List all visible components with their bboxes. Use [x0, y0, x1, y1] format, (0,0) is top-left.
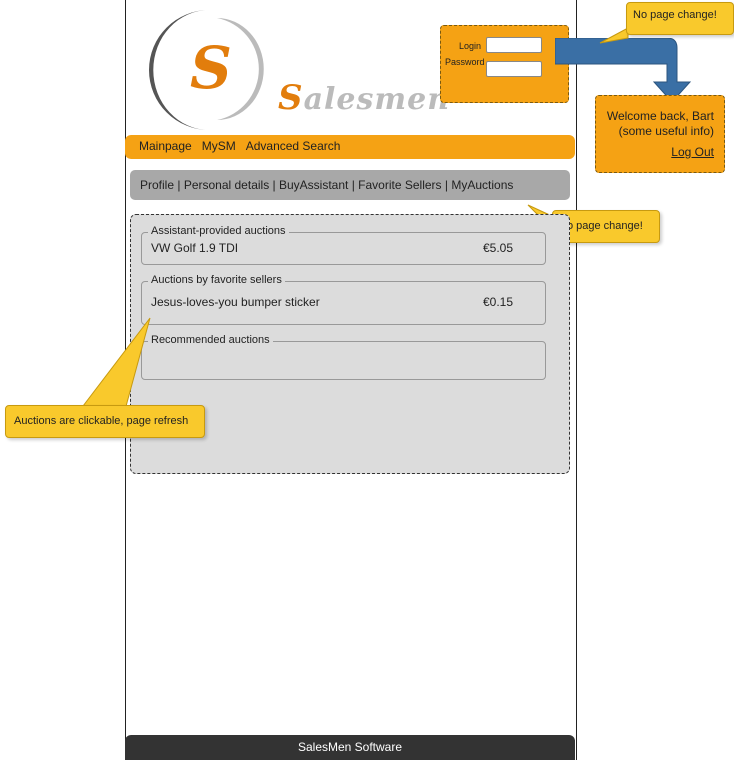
subnav-myauctions[interactable]: MyAuctions: [451, 178, 513, 192]
group-legend: Auctions by favorite sellers: [148, 274, 285, 286]
logout-link[interactable]: Log Out: [596, 145, 714, 160]
group-legend: Recommended auctions: [148, 334, 273, 346]
logo-wordmark: Salesmen: [278, 78, 451, 118]
subnav-favorite-sellers[interactable]: Favorite Sellers: [358, 178, 441, 192]
footer-text: SalesMen Software: [297, 740, 403, 754]
footer: SalesMen Software: [125, 735, 575, 760]
subnav-profile[interactable]: Profile: [140, 178, 174, 192]
favorite-sellers-group: Auctions by favorite sellers Jesus-loves…: [141, 274, 546, 325]
main-nav: Mainpage MySM Advanced Search: [125, 135, 575, 159]
separator: |: [348, 178, 359, 192]
separator: |: [174, 178, 184, 192]
callout-pointer: [78, 317, 151, 411]
password-label: Password: [445, 57, 485, 67]
auction-row[interactable]: VW Golf 1.9 TDI €5.05: [151, 241, 513, 255]
welcome-text: Welcome back, Bart: [606, 109, 714, 123]
auction-row[interactable]: Jesus-loves-you bumper sticker €0.15: [151, 295, 513, 309]
auctions-note-callout: Auctions are clickable, page refresh: [5, 405, 205, 438]
callout-pointer: [599, 27, 629, 44]
login-note-callout: No page change!: [626, 2, 734, 35]
login-box: Login Password: [440, 25, 569, 103]
nav-mysm[interactable]: MySM: [202, 135, 236, 157]
nav-mainpage[interactable]: Mainpage: [139, 135, 192, 157]
subnav-personal-details[interactable]: Personal details: [184, 178, 269, 192]
auction-price: €5.05: [482, 241, 513, 255]
welcome-box: Welcome back, Bart (some useful info) Lo…: [595, 95, 725, 173]
auction-name: VW Golf 1.9 TDI: [151, 241, 239, 255]
separator: |: [441, 178, 452, 192]
sub-nav: Profile | Personal details | BuyAssistan…: [130, 170, 570, 200]
auction-price: €0.15: [482, 295, 513, 309]
login-label: Login: [459, 41, 482, 51]
password-input[interactable]: [486, 61, 542, 77]
assistant-auctions-group: Assistant-provided auctions VW Golf 1.9 …: [141, 225, 546, 265]
nav-advanced-search[interactable]: Advanced Search: [246, 135, 341, 157]
welcome-info: (some useful info): [618, 124, 714, 138]
login-input[interactable]: [486, 37, 542, 53]
subnav-buyassistant[interactable]: BuyAssistant: [279, 178, 348, 192]
recommended-auctions-group: Recommended auctions: [141, 334, 546, 380]
group-legend: Assistant-provided auctions: [148, 225, 289, 237]
separator: |: [269, 178, 279, 192]
logo-letter: S: [190, 34, 232, 102]
auction-name: Jesus-loves-you bumper sticker: [151, 295, 320, 309]
